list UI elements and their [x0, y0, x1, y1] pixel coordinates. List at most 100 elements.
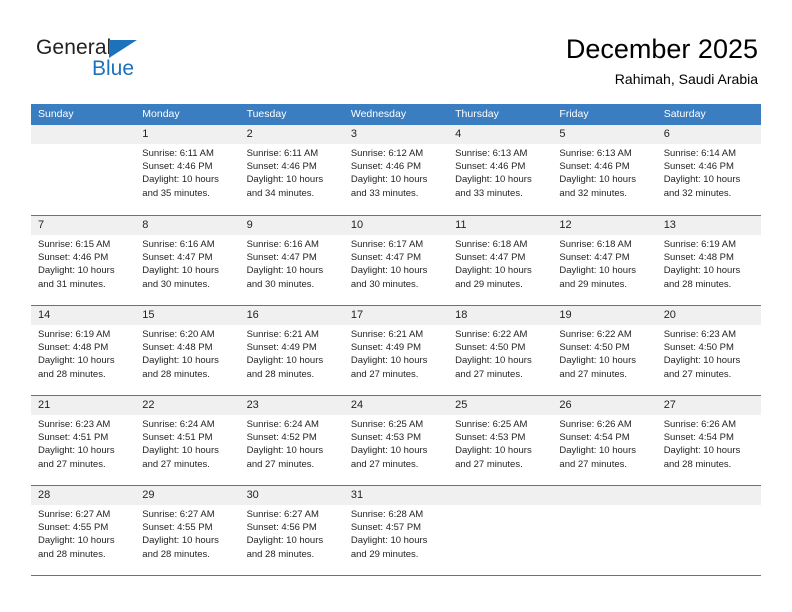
day-cell[interactable]: 9 Sunrise: 6:16 AM Sunset: 4:47 PM Daylight…	[239, 216, 344, 305]
day-detail-line: Sunset: 4:46 PM	[142, 161, 213, 173]
day-number: 28	[38, 489, 51, 501]
day-details: Sunrise: 6:23 AM Sunset: 4:51 PM Daylight:…	[31, 415, 135, 471]
calendar-grid: Sunday Monday Tuesday Wednesday Thursday Frid…	[31, 104, 761, 576]
day-detail-line: Daylight: 10 hours	[246, 265, 324, 277]
day-cell[interactable]: 21 Sunrise: 6:23 AM Sunset: 4:51 PM Dayligh…	[31, 396, 136, 485]
weekday-header-tuesday: Tuesday	[246, 108, 287, 120]
day-number-band: 4	[448, 125, 553, 144]
day-number-band: 28	[31, 486, 136, 505]
day-detail-line: and 32 minutes.	[559, 187, 628, 199]
day-cell[interactable]: 28 Sunrise: 6:27 AM Sunset: 4:55 PM Dayligh…	[31, 486, 136, 575]
day-detail-line: Daylight: 10 hours	[663, 355, 741, 367]
day-cell[interactable]: 18 Sunrise: 6:22 AM Sunset: 4:50 PM Dayligh…	[448, 306, 553, 395]
day-number: 10	[350, 219, 364, 231]
day-cell[interactable]: 5 Sunrise: 6:13 AM Sunset: 4:46 PM Daylight…	[552, 125, 657, 214]
day-cell[interactable]: 2 Sunrise: 6:11 AM Sunset: 4:46 PM Daylight…	[239, 125, 344, 214]
day-detail-line: Daylight: 10 hours	[350, 535, 428, 547]
day-detail-line: Daylight: 10 hours	[455, 355, 532, 367]
day-detail-line: and 27 minutes.	[663, 368, 732, 380]
day-cell[interactable]: 8 Sunrise: 6:16 AM Sunset: 4:47 PM Daylight…	[135, 216, 240, 305]
day-detail-line: and 27 minutes.	[559, 368, 628, 380]
day-number-band: 11	[448, 216, 553, 235]
day-detail-line: Sunrise: 6:26 AM	[663, 419, 737, 430]
day-cell[interactable]: 31 Sunrise: 6:28 AM Sunset: 4:57 PM Dayligh…	[343, 486, 449, 575]
day-number: 23	[246, 399, 259, 411]
day-number: 19	[559, 309, 572, 321]
day-number-band: 17	[343, 306, 449, 325]
day-cell[interactable]: 7 Sunrise: 6:15 AM Sunset: 4:46 PM Daylight…	[31, 216, 136, 305]
day-number: 24	[350, 399, 364, 411]
day-detail-line: and 28 minutes.	[142, 368, 210, 380]
day-details	[31, 144, 135, 147]
day-detail-line: Sunset: 4:46 PM	[455, 161, 526, 173]
day-cell[interactable]: 16 Sunrise: 6:21 AM Sunset: 4:49 PM Dayligh…	[239, 306, 344, 395]
grid-bottom-border	[31, 575, 761, 576]
day-detail-line: Daylight: 10 hours	[559, 445, 636, 457]
day-cell[interactable]: 25 Sunrise: 6:25 AM Sunset: 4:53 PM Dayligh…	[448, 396, 553, 485]
day-cell[interactable]: 12 Sunrise: 6:18 AM Sunset: 4:47 PM Dayligh…	[552, 216, 657, 305]
day-cell[interactable]: 26 Sunrise: 6:26 AM Sunset: 4:54 PM Dayligh…	[552, 396, 657, 485]
day-detail-line: Sunrise: 6:23 AM	[663, 329, 737, 340]
day-number-band: 18	[448, 306, 553, 325]
day-cell[interactable]: 20 Sunrise: 6:23 AM Sunset: 4:50 PM Dayligh…	[656, 306, 761, 395]
day-cell[interactable]: 27 Sunrise: 6:26 AM Sunset: 4:54 PM Dayligh…	[656, 396, 761, 485]
weekday-header-monday: Monday	[142, 108, 180, 120]
day-number-band: 7	[31, 216, 136, 235]
weekday-header-thursday: Thursday	[455, 108, 499, 120]
day-number-band: 19	[552, 306, 657, 325]
day-details: Sunrise: 6:16 AM Sunset: 4:47 PM Daylight:…	[135, 235, 239, 291]
day-number-band: 6	[656, 125, 761, 144]
day-number: 15	[142, 309, 155, 321]
day-detail-line: Sunrise: 6:16 AM	[246, 239, 319, 250]
day-cell[interactable]: 13 Sunrise: 6:19 AM Sunset: 4:48 PM Dayligh…	[656, 216, 761, 305]
day-number-band: 8	[135, 216, 240, 235]
day-details: Sunrise: 6:25 AM Sunset: 4:53 PM Daylight:…	[344, 415, 448, 471]
day-number: 9	[246, 219, 253, 231]
day-details: Sunrise: 6:17 AM Sunset: 4:47 PM Daylight:…	[344, 235, 448, 291]
day-cell[interactable]: 11 Sunrise: 6:18 AM Sunset: 4:47 PM Dayligh…	[448, 216, 553, 305]
day-cell[interactable]: 30 Sunrise: 6:27 AM Sunset: 4:56 PM Dayligh…	[239, 486, 344, 575]
day-detail-line: and 28 minutes.	[38, 548, 106, 560]
day-detail-line: Sunrise: 6:24 AM	[142, 419, 215, 430]
day-detail-line: Sunrise: 6:24 AM	[246, 419, 319, 430]
day-detail-line: and 32 minutes.	[663, 187, 732, 199]
day-number-band: 22	[135, 396, 240, 415]
calendar-page: General Blue December 2025 Rahimah, Saud…	[0, 0, 792, 612]
day-details: Sunrise: 6:20 AM Sunset: 4:48 PM Daylight:…	[135, 325, 239, 381]
day-number: 30	[246, 489, 259, 501]
day-detail-line: Sunrise: 6:19 AM	[38, 329, 111, 340]
day-detail-line: and 28 minutes.	[663, 278, 732, 290]
day-cell[interactable]: 6 Sunrise: 6:14 AM Sunset: 4:46 PM Daylight…	[656, 125, 761, 214]
day-number: 14	[38, 309, 51, 321]
day-cell[interactable]: 3 Sunrise: 6:12 AM Sunset: 4:46 PM Daylight…	[343, 125, 449, 214]
day-detail-line: and 29 minutes.	[455, 278, 523, 290]
day-details: Sunrise: 6:27 AM Sunset: 4:55 PM Daylight:…	[31, 505, 135, 561]
day-number: 11	[455, 219, 467, 231]
day-cell[interactable]: 23 Sunrise: 6:24 AM Sunset: 4:52 PM Dayligh…	[239, 396, 344, 485]
day-cell[interactable]: 10 Sunrise: 6:17 AM Sunset: 4:47 PM Dayligh…	[343, 216, 449, 305]
day-cell[interactable]: 17 Sunrise: 6:21 AM Sunset: 4:49 PM Dayligh…	[343, 306, 449, 395]
day-number: 12	[559, 219, 572, 231]
day-detail-line: Daylight: 10 hours	[663, 265, 741, 277]
day-detail-line: and 27 minutes.	[246, 458, 315, 470]
day-details: Sunrise: 6:18 AM Sunset: 4:47 PM Daylight:…	[552, 235, 656, 291]
day-details: Sunrise: 6:12 AM Sunset: 4:46 PM Daylight:…	[344, 144, 448, 200]
day-cell[interactable]: 15 Sunrise: 6:20 AM Sunset: 4:48 PM Dayligh…	[135, 306, 240, 395]
day-cell[interactable]: 29 Sunrise: 6:27 AM Sunset: 4:55 PM Dayligh…	[135, 486, 240, 575]
day-detail-line: Daylight: 10 hours	[142, 174, 219, 186]
day-cell[interactable]: 24 Sunrise: 6:25 AM Sunset: 4:53 PM Dayligh…	[343, 396, 449, 485]
day-cell[interactable]: 14 Sunrise: 6:19 AM Sunset: 4:48 PM Dayligh…	[31, 306, 136, 395]
day-detail-line: and 35 minutes.	[142, 187, 210, 199]
day-number-band	[31, 125, 136, 144]
day-detail-line: Sunset: 4:53 PM	[350, 432, 422, 444]
day-detail-line: Sunset: 4:48 PM	[663, 252, 734, 264]
day-cell-empty	[552, 486, 657, 575]
day-number-band: 26	[552, 396, 657, 415]
day-cell[interactable]: 22 Sunrise: 6:24 AM Sunset: 4:51 PM Dayligh…	[135, 396, 240, 485]
day-cell[interactable]: 19 Sunrise: 6:22 AM Sunset: 4:50 PM Dayligh…	[552, 306, 657, 395]
day-number-band	[552, 486, 657, 505]
day-cell[interactable]: 4 Sunrise: 6:13 AM Sunset: 4:46 PM Daylight…	[448, 125, 553, 214]
day-detail-line: Daylight: 10 hours	[663, 174, 741, 186]
general-blue-logo[interactable]: General Blue	[36, 36, 176, 82]
day-cell[interactable]: 1 Sunrise: 6:11 AM Sunset: 4:46 PM Daylight…	[135, 125, 240, 214]
